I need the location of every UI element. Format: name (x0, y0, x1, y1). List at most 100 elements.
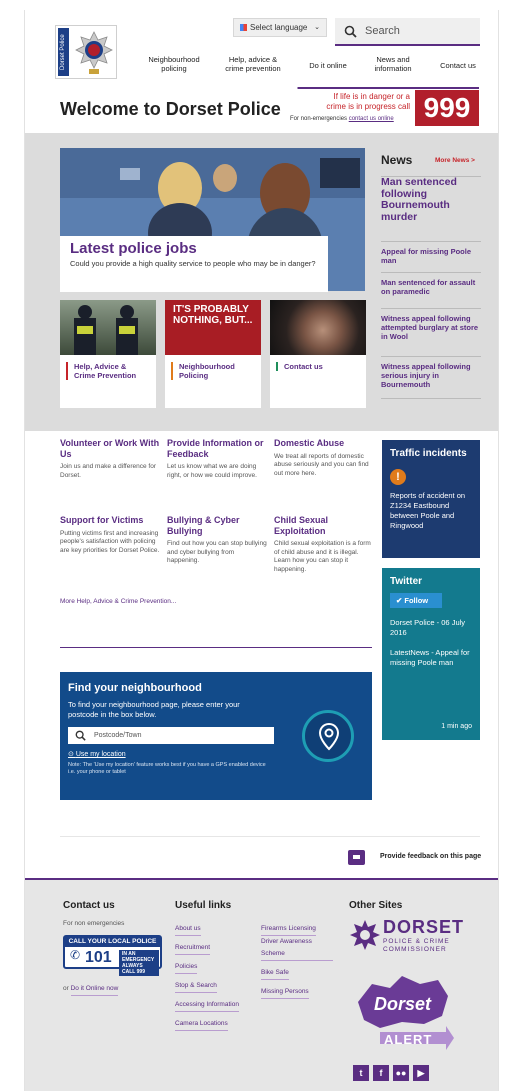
nav-neighbourhood-policing[interactable]: Neighbourhood policing (143, 55, 205, 73)
link-text: Putting victims first and increasing peo… (60, 529, 160, 554)
tweet-text[interactable]: LatestNews - Appeal for missing Poole ma… (390, 648, 472, 668)
dorset-alert-logo[interactable]: Dorset ALERT (350, 972, 455, 1058)
phone-icon: ✆ (70, 948, 81, 962)
feedback-link[interactable]: Provide feedback on this page (380, 853, 481, 860)
link-provide-information[interactable]: Provide Information or Feedback Let us kn… (167, 438, 267, 480)
link-text: Let us know what we are doing right, or … (167, 463, 257, 479)
alert-logo-subtitle: ALERT (384, 1032, 433, 1047)
contact-online-link[interactable]: contact us online (349, 116, 394, 122)
footer-contact-heading: Contact us (63, 900, 115, 911)
page: Dorset Police Select language ⌄ Search N… (24, 10, 499, 1091)
pcc-logo-line: COMMISSIONER (383, 946, 447, 953)
call-note: IN AN EMERGENCY ALWAYS CALL 999 (119, 950, 159, 976)
tile-label[interactable]: Help, Advice & Crime Prevention (66, 362, 146, 380)
link-title[interactable]: Child Sexual Exploitation (274, 515, 374, 536)
footer-link[interactable]: Firearms Licensing (261, 923, 316, 936)
postcode-input[interactable]: Postcode/Town (68, 727, 274, 744)
dorset-police-logo[interactable]: Dorset Police (55, 25, 117, 79)
link-volunteer[interactable]: Volunteer or Work With Us Join us and mak… (60, 438, 160, 480)
more-news-link[interactable]: More News > (435, 157, 475, 164)
footer-link[interactable]: Accessing Information (175, 999, 239, 1012)
search-placeholder: Search (365, 25, 400, 37)
facebook-icon[interactable]: f (373, 1065, 389, 1081)
emergency-line: crime is in progress call (326, 101, 410, 111)
nav-label: policing (161, 64, 187, 73)
traffic-heading: Traffic incidents (390, 448, 467, 459)
non-emergencies-text: For non emergencies (63, 920, 125, 927)
more-help-link[interactable]: More Help, Advice & Crime Prevention... (60, 598, 176, 605)
tweet-author[interactable]: Dorset Police - 06 July 2016 (390, 618, 472, 638)
news-item[interactable]: Witness appeal following attempted burgl… (381, 308, 481, 341)
footer-link[interactable]: Bike Safe (261, 967, 289, 980)
nav-news-information[interactable]: News and information (368, 55, 418, 73)
other-sites-heading: Other Sites (349, 900, 403, 911)
emergency-line: If life is in danger or a (333, 92, 410, 101)
nav-contact-us[interactable]: Contact us (433, 61, 483, 70)
dorset-pcc-logo[interactable]: DORSET POLICE & CRIME COMMISSIONER (347, 915, 472, 963)
tile-neighbourhood-policing[interactable]: IT'S PROBABLY NOTHING, BUT... Neighbourh… (165, 300, 261, 408)
link-text: We treat all reports of domestic abuse s… (274, 452, 369, 477)
useful-links-col2: Firearms Licensing Driver Awareness Sche… (261, 917, 333, 999)
pcc-logo-subtitle: POLICE & CRIME COMMISSIONER (383, 938, 450, 954)
feedback-divider (60, 836, 480, 837)
youtube-icon[interactable]: ▶ (413, 1065, 429, 1081)
footer-link[interactable]: Policies (175, 961, 198, 974)
location-note: Note: The 'Use my location' feature work… (68, 762, 266, 775)
footer-link[interactable]: Missing Persons (261, 986, 309, 999)
twitter-panel: Twitter ✔ Follow Dorset Police - 06 July… (382, 568, 480, 740)
footer-link[interactable]: Recruitment (175, 942, 211, 955)
link-title[interactable]: Volunteer or Work With Us (60, 438, 160, 459)
footer-link[interactable]: Camera Locations (175, 1018, 228, 1031)
call-101-badge[interactable]: CALL YOUR LOCAL POLICE ✆ 101 IN AN EMERG… (63, 935, 162, 976)
news-item[interactable]: Man sentenced for assault on paramedic (381, 272, 481, 296)
link-title[interactable]: Provide Information or Feedback (167, 438, 267, 459)
do-it-online-link[interactable]: Do it Online now (70, 983, 119, 996)
nav-label: crime prevention (225, 64, 281, 73)
pcc-logo-title: DORSET (383, 917, 465, 937)
hero-title[interactable]: Latest police jobs (70, 240, 318, 257)
search-icon (75, 730, 86, 741)
nav-label: information (374, 64, 412, 73)
tile-help-advice[interactable]: Help, Advice & Crime Prevention (60, 300, 156, 408)
twitter-follow-button[interactable]: ✔ Follow (390, 593, 442, 608)
nav-help-advice[interactable]: Help, advice & crime prevention (218, 55, 288, 73)
link-child-exploitation[interactable]: Child Sexual Exploitation Child sexual ex… (274, 515, 374, 574)
link-title[interactable]: Domestic Abuse (274, 438, 374, 449)
nav-do-it-online[interactable]: Do it online (303, 61, 353, 70)
feedback-icon[interactable] (348, 850, 365, 865)
tile-label[interactable]: Contact us (276, 362, 323, 371)
twitter-icon[interactable]: t (353, 1065, 369, 1081)
tile-contact-us[interactable]: Contact us (270, 300, 366, 408)
footer-link[interactable]: Driver Awareness Scheme (261, 936, 333, 961)
traffic-text[interactable]: Reports of accident on Z1234 Eastbound b… (390, 491, 472, 531)
nav-label: Do it online (309, 61, 347, 70)
search-input[interactable]: Search (335, 18, 480, 46)
postcode-placeholder: Postcode/Town (94, 732, 142, 739)
news-item-featured[interactable]: Man sentenced following Bournemouth murd… (381, 176, 481, 223)
flickr-icon[interactable]: ●● (393, 1065, 409, 1081)
page-title: Welcome to Dorset Police (60, 99, 281, 119)
use-location-label: Use my location (75, 751, 126, 758)
section-divider (60, 647, 372, 648)
hero-caption[interactable]: Latest police jobs Could you provide a h… (60, 236, 328, 292)
language-select[interactable]: Select language ⌄ (233, 18, 327, 37)
footer-link[interactable]: Stop & Search (175, 980, 217, 993)
news-item[interactable]: Appeal for missing Poole man (381, 241, 481, 265)
pcc-star-icon (350, 920, 380, 950)
traffic-incidents-panel[interactable]: Traffic incidents ! Reports of accident … (382, 440, 480, 558)
nav-label: Neighbourhood (148, 55, 200, 64)
news-heading: News (381, 153, 413, 167)
news-item[interactable]: Witness appeal following serious injury … (381, 356, 481, 389)
link-bullying[interactable]: Bullying & Cyber Bullying Find out how yo… (167, 515, 267, 566)
emergency-text: If life is in danger or a crime is in pr… (288, 92, 410, 111)
link-title[interactable]: Support for Victims (60, 515, 160, 526)
link-title[interactable]: Bullying & Cyber Bullying (167, 515, 267, 536)
tile-label[interactable]: Neighbourhood Policing (171, 362, 247, 380)
link-support-victims[interactable]: Support for Victims Putting victims first… (60, 515, 160, 555)
woman-photo (270, 300, 366, 355)
officers-photo (60, 300, 156, 355)
tweet-time: 1 min ago (441, 723, 472, 730)
search-icon (344, 25, 357, 38)
link-domestic-abuse[interactable]: Domestic Abuse We treat all reports of do… (274, 438, 374, 478)
footer-link[interactable]: About us (175, 923, 201, 936)
